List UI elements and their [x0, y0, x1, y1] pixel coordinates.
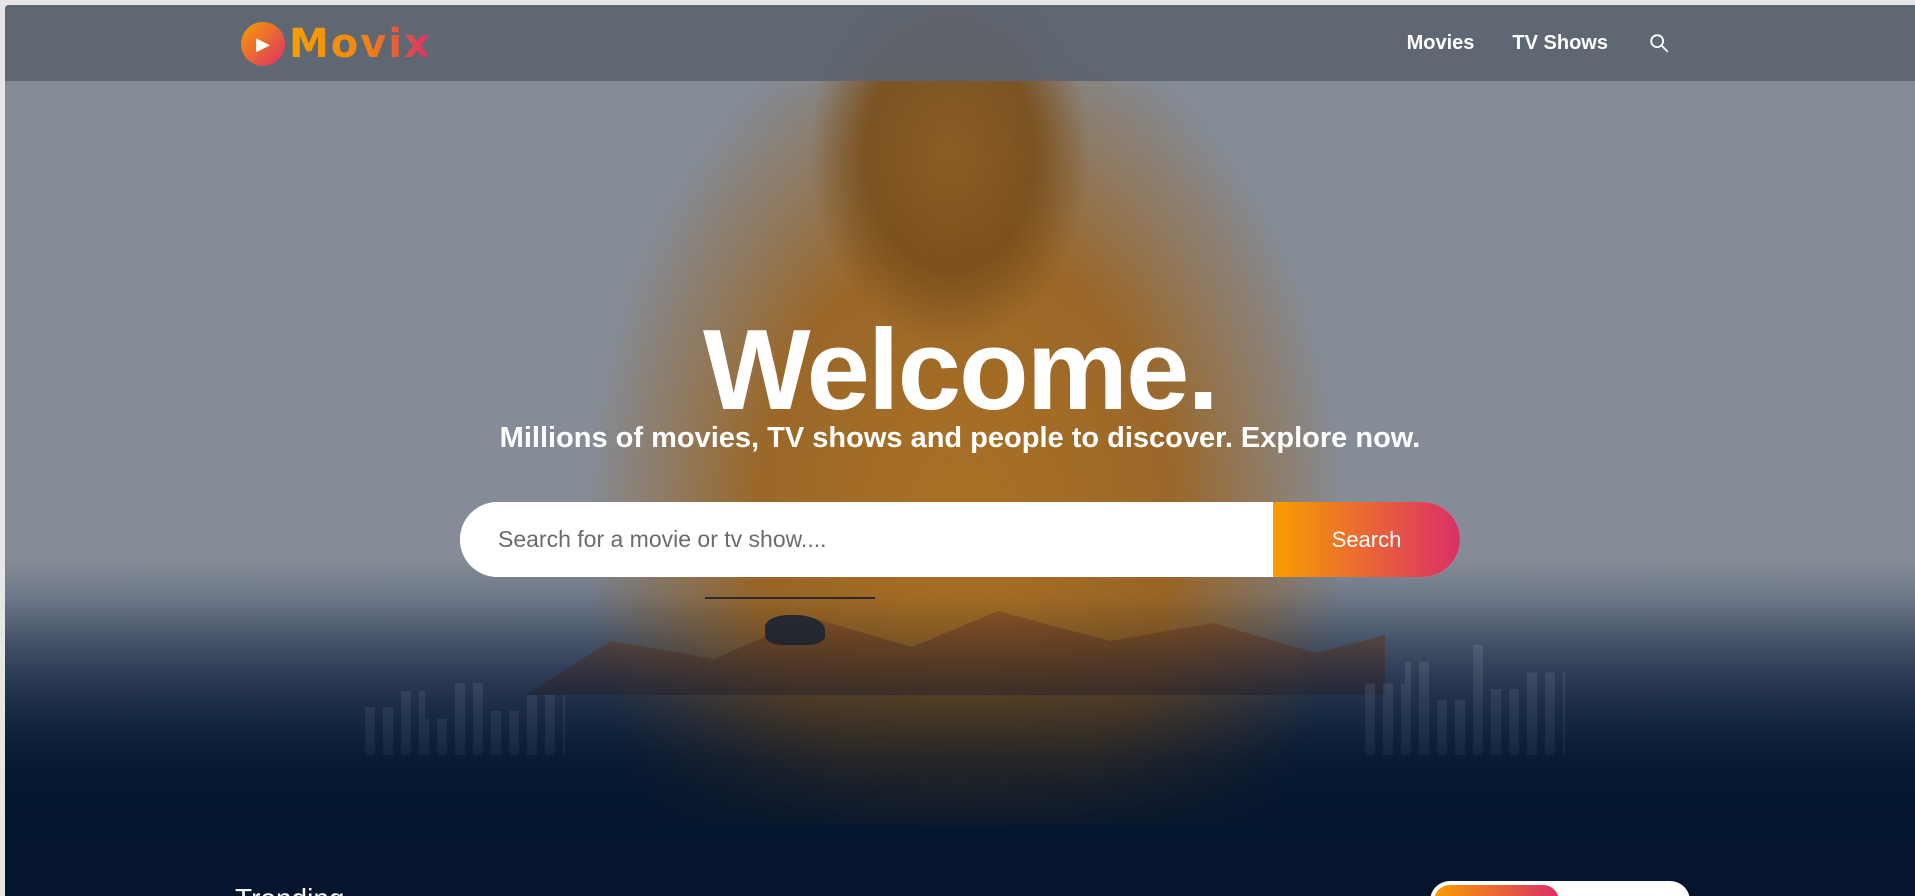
site-header: ▶ Movix Movies TV Shows: [5, 5, 1915, 81]
trending-switch-active-tab[interactable]: [1434, 885, 1559, 896]
search-input[interactable]: [460, 502, 1273, 577]
hero-fade-overlay: [5, 596, 1915, 896]
search-icon[interactable]: [1648, 32, 1670, 54]
app-window: ▶ Movix Movies TV Shows Welcome. Million…: [5, 5, 1915, 896]
hero-subtitle: Millions of movies, TV shows and people …: [499, 422, 1421, 454]
nav-tv-shows[interactable]: TV Shows: [1512, 32, 1608, 55]
nav-movies[interactable]: Movies: [1407, 32, 1475, 55]
hero-title: Welcome.: [702, 307, 1219, 434]
main-nav: Movies TV Shows: [1369, 5, 1670, 81]
logo-text: Movix: [289, 21, 432, 67]
search-button[interactable]: Search: [1273, 502, 1460, 577]
logo[interactable]: ▶ Movix: [241, 19, 432, 69]
trending-section-title: Trending: [235, 885, 344, 896]
clapperboard-icon: ▶: [241, 22, 285, 66]
trending-switch-tabs[interactable]: [1430, 881, 1690, 896]
hero-search-bar: Search: [460, 502, 1460, 577]
